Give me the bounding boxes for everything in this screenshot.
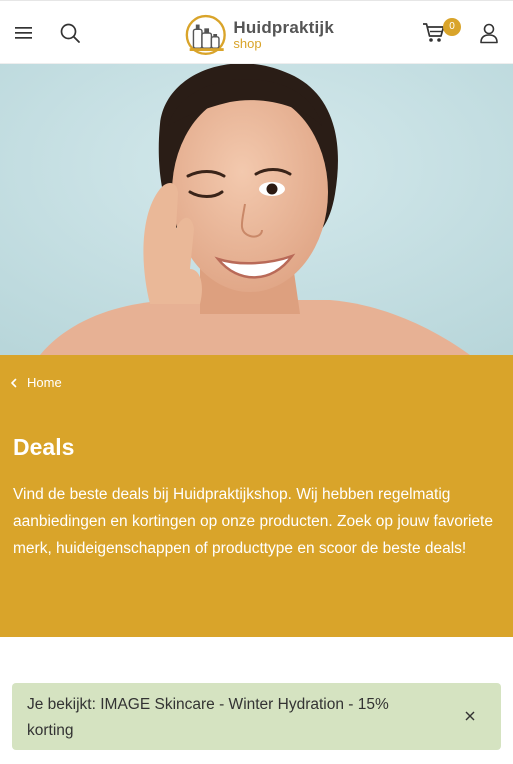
- hamburger-menu-icon: [15, 27, 32, 39]
- logo-bottles-icon: [185, 14, 226, 56]
- search-icon: [60, 23, 80, 43]
- filter-notice-text: Je bekijkt: IMAGE Skincare - Winter Hydr…: [27, 696, 389, 739]
- page-intro: Vind de beste deals bij Huidpraktijkshop…: [13, 486, 493, 557]
- logo-name: Huidpraktijk: [233, 17, 334, 37]
- site-logo[interactable]: Huidpraktijk shop: [184, 11, 334, 57]
- breadcrumb-home[interactable]: Home: [8, 375, 62, 390]
- hero-banner: [0, 64, 513, 355]
- filter-notice: Je bekijkt: IMAGE Skincare - Winter Hydr…: [12, 683, 501, 750]
- account-button[interactable]: [475, 19, 503, 47]
- site-header: Huidpraktijk shop 0: [0, 0, 513, 64]
- user-icon: [480, 23, 498, 44]
- menu-button[interactable]: [10, 19, 38, 47]
- cart-count-badge: 0: [443, 18, 461, 36]
- logo-sub: shop: [233, 35, 262, 51]
- close-notice-button[interactable]: [461, 707, 479, 725]
- close-icon: [465, 711, 475, 721]
- breadcrumb-label: Home: [27, 375, 62, 390]
- page-title: Deals: [13, 434, 75, 460]
- hero-photo: [0, 64, 513, 355]
- deals-banner: Home Deals Vind de beste deals bij Huidp…: [0, 355, 513, 637]
- chevron-left-icon: [11, 378, 17, 387]
- search-button[interactable]: [56, 19, 84, 47]
